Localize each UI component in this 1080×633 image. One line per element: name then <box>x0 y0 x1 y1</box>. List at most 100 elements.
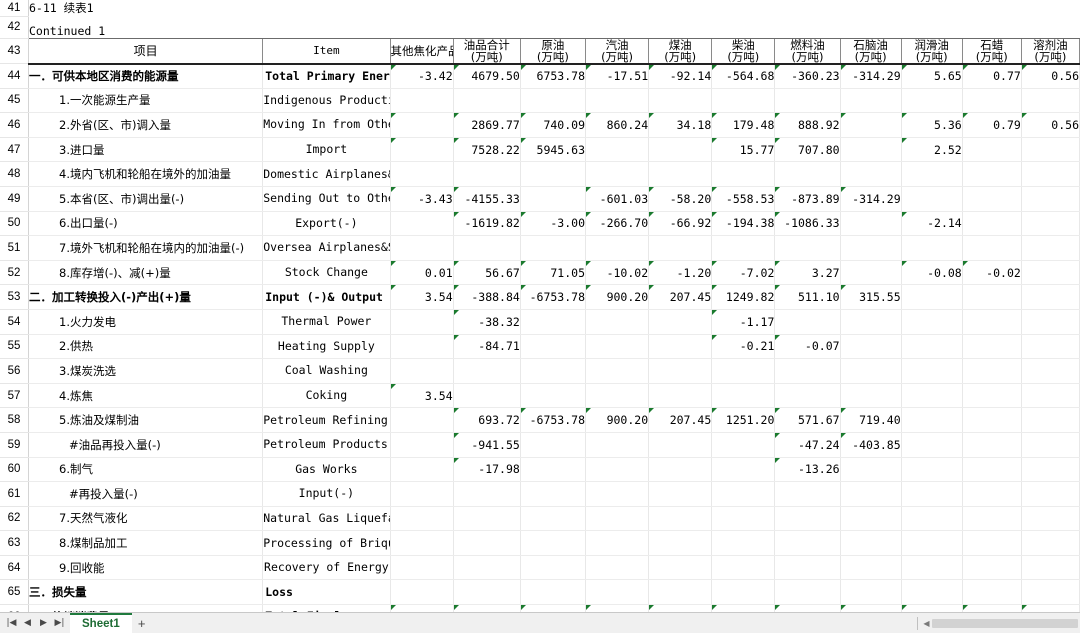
table-row[interactable]: 627.天然气液化Natural Gas Liquefaction <box>0 506 1080 532</box>
row-header-47[interactable]: 47 <box>0 137 29 163</box>
row-label-en[interactable]: Input (-)& Output (+)of <box>262 284 391 310</box>
row-label-cn[interactable]: 5.炼油及煤制油 <box>27 407 264 433</box>
cell-value[interactable]: -10.02 <box>585 260 650 286</box>
row-label-en[interactable]: Stock Change <box>262 260 391 286</box>
cell-value[interactable] <box>585 579 650 606</box>
row-label-cn[interactable]: 3.进口量 <box>27 137 264 163</box>
cell-value[interactable] <box>901 555 963 581</box>
row-header-43[interactable]: 43 <box>0 38 29 64</box>
row-header-58[interactable]: 58 <box>0 407 29 433</box>
row-header-48[interactable]: 48 <box>0 161 29 187</box>
row-label-en[interactable]: Recovery of Energy <box>262 555 391 581</box>
cell-value[interactable]: -3.43 <box>390 186 454 212</box>
cell-value[interactable] <box>585 334 650 360</box>
sheet-nav-buttons[interactable]: |◀ ◀ ▶ ▶| <box>0 615 70 632</box>
cell-value[interactable] <box>453 383 521 409</box>
cell-value[interactable] <box>774 506 841 532</box>
column-header-7[interactable]: 石脑油 (万吨) <box>840 37 902 64</box>
cell-value[interactable]: -3.42 <box>390 62 454 89</box>
row-label-en[interactable]: Input(-) <box>262 481 391 507</box>
cell-value[interactable] <box>585 432 650 458</box>
cell-value[interactable]: -388.84 <box>453 284 521 310</box>
table-row[interactable]: 60 6.制气 Gas Works -17.98 -13.26 <box>0 457 1080 483</box>
cell-value[interactable] <box>648 358 713 384</box>
cell-value[interactable] <box>453 530 521 556</box>
cell-value[interactable]: 4200.66 <box>453 604 521 612</box>
cell-value[interactable]: -601.03 <box>585 186 650 212</box>
cell-value[interactable] <box>648 161 713 187</box>
cell-value[interactable] <box>1021 358 1080 384</box>
cell-value[interactable] <box>1021 309 1080 335</box>
row-label-cn[interactable]: 4.境内飞机和轮船在境外的加油量 <box>27 161 264 187</box>
column-header-10[interactable]: 溶剂油 (万吨) <box>1021 37 1080 64</box>
cell-value[interactable]: -2.14 <box>901 211 963 237</box>
cell-value[interactable]: 315.55 <box>840 284 902 310</box>
row-header-45[interactable]: 45 <box>0 88 29 114</box>
cell-value[interactable]: 0.77 <box>962 62 1022 89</box>
row-header-61[interactable]: 61 <box>0 481 29 507</box>
cell-value[interactable] <box>962 555 1022 581</box>
cell-value[interactable]: 3.27 <box>774 260 841 286</box>
row-label-cn[interactable]: 6.出口量(-) <box>27 211 264 237</box>
row-header-57[interactable]: 57 <box>0 383 29 409</box>
cell-value[interactable] <box>962 161 1022 187</box>
scroll-thumb[interactable] <box>932 618 1078 628</box>
cell-value[interactable] <box>585 358 650 384</box>
row-header-42[interactable]: 42 <box>0 16 29 39</box>
cell-value[interactable]: 15.77 <box>711 137 776 163</box>
cell-value[interactable]: 511.10 <box>774 284 841 310</box>
cell-value[interactable] <box>711 555 776 581</box>
cell-value[interactable]: 0.77 <box>962 604 1022 612</box>
row-header-56[interactable]: 56 <box>0 358 29 384</box>
cell-value[interactable] <box>1021 334 1080 360</box>
cell-value[interactable]: -84.71 <box>453 334 521 360</box>
cell-value[interactable]: -0.08 <box>901 260 963 286</box>
cell-value[interactable] <box>711 383 776 409</box>
cell-value[interactable]: -403.85 <box>840 432 902 458</box>
cell-value[interactable] <box>390 161 454 187</box>
row-header-62[interactable]: 62 <box>0 506 29 532</box>
cell-value[interactable]: -13.26 <box>774 457 841 483</box>
cell-value[interactable] <box>962 432 1022 458</box>
sheet-tab-bar[interactable]: |◀ ◀ ▶ ▶| Sheet1 + ◀ <box>0 612 1080 633</box>
row-header-41[interactable]: 41 <box>0 0 29 17</box>
column-header-8[interactable]: 润滑油 (万吨) <box>901 37 963 64</box>
cell-value[interactable] <box>520 186 587 212</box>
row-label-en[interactable]: Export(-) <box>262 211 391 237</box>
row-label-en[interactable]: Petroleum Products Input(-) <box>262 432 391 458</box>
row-header-59[interactable]: 59 <box>0 432 29 458</box>
cell-value[interactable] <box>585 235 650 261</box>
table-row[interactable]: 65 三．损失量 Loss <box>0 579 1080 606</box>
cell-value[interactable]: 900.20 <box>585 284 650 310</box>
cell-value[interactable] <box>520 309 587 335</box>
row-label-cn[interactable]: #油品再投入量(-) <box>27 432 264 458</box>
cell-value[interactable] <box>840 260 902 286</box>
cell-value[interactable] <box>648 383 713 409</box>
row-header-50[interactable]: 50 <box>0 211 29 237</box>
cell-value[interactable] <box>453 555 521 581</box>
cell-value[interactable] <box>390 407 454 433</box>
cell-value[interactable] <box>774 530 841 556</box>
cell-value[interactable]: 207.45 <box>648 407 713 433</box>
cell-value[interactable]: 3.54 <box>390 383 454 409</box>
cell-value[interactable]: -58.20 <box>648 186 713 212</box>
row-label-en[interactable]: Petroleum Refining and Coal- <box>262 407 391 433</box>
cell-value[interactable] <box>962 579 1022 606</box>
cell-value[interactable] <box>585 383 650 409</box>
cell-value[interactable]: -0.21 <box>711 334 776 360</box>
cell-value[interactable] <box>901 161 963 187</box>
table-row[interactable]: 64 9.回收能 Recovery of Energy <box>0 555 1080 581</box>
cell-value[interactable] <box>648 334 713 360</box>
cell-value[interactable] <box>648 579 713 606</box>
cell-value[interactable] <box>390 481 454 507</box>
row-label-en[interactable]: Gas Works <box>262 457 391 483</box>
sheet-tab-sheet1[interactable]: Sheet1 <box>70 612 132 633</box>
spreadsheet-grid[interactable]: 41 6-11 续表1 42 Continued 1 43 项目 Item 其他焦化产品 油品合… <box>0 0 1080 612</box>
column-header-1[interactable]: 油品合计 (万吨) <box>453 37 521 64</box>
cell-value[interactable] <box>390 555 454 581</box>
column-header-2[interactable]: 原油 (万吨) <box>520 37 587 64</box>
cell-value[interactable] <box>520 383 587 409</box>
cell-value[interactable] <box>1021 137 1080 163</box>
table-row[interactable]: 585.炼油及煤制油Petroleum Refining and Coal- 69… <box>0 407 1080 433</box>
cell-value[interactable] <box>711 161 776 187</box>
